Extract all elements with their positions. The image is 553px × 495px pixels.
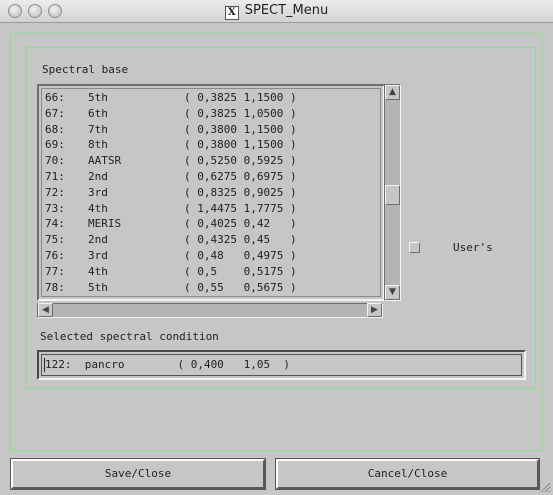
x11-app-icon: X	[224, 6, 239, 20]
selected-condition-value: 122: pancro ( 0,400 1,05 )	[45, 358, 291, 371]
list-item-idx: 67:	[45, 106, 65, 120]
list-item-idx: 72:	[45, 185, 65, 199]
list-item-name: 8th	[88, 138, 108, 152]
list-item-range: ( 0,3825 1,1500 )	[184, 91, 297, 104]
list-item-range: ( 0,4025 0,42 )	[184, 217, 297, 231]
list-item-idx: 77:	[45, 264, 65, 278]
list-item-range: ( 0,4325 0,45 )	[184, 233, 297, 247]
list-item-name: 6th	[88, 106, 108, 120]
window-title-group: X SPECT_Menu	[0, 3, 553, 20]
window-title: SPECT_Menu	[244, 3, 329, 18]
save-close-button[interactable]: Save/Close	[11, 459, 265, 489]
list-horizontal-scrollbar[interactable]: ◀ ▶	[37, 303, 383, 318]
list-item-range: ( 1,4475 1,7775 )	[184, 201, 297, 215]
list-item-name: 7th	[88, 122, 108, 136]
list-item-idx: 66:	[45, 91, 65, 104]
spectral-base-list-viewport: 66: 5th ( 0,3825 1,1500 ) 67: 6th ( 0,3825 1,…	[41, 88, 381, 297]
cancel-close-button[interactable]: Cancel/Close	[276, 459, 539, 489]
title-bar[interactable]: X SPECT_Menu	[0, 0, 553, 23]
list-item-idx: 71:	[45, 170, 65, 183]
list-item-range: ( 0,6275 0,6975 )	[184, 170, 297, 183]
list-item-range: ( 0,48 0,4975 )	[184, 249, 297, 262]
scroll-down-arrow-icon[interactable]: ▼	[385, 285, 400, 300]
selected-condition-field[interactable]: 122: pancro ( 0,400 1,05 )	[37, 350, 526, 380]
list-item-idx: 76:	[45, 249, 65, 262]
selected-condition-label: Selected spectral condition	[40, 330, 219, 343]
list-item-range: ( 0,5250 0,5925 )	[184, 154, 297, 168]
spectral-base-label: Spectral base	[42, 63, 129, 76]
list-item-name: 3rd	[88, 249, 108, 262]
selected-condition-field-inner: 122: pancro ( 0,400 1,05 )	[41, 354, 522, 376]
list-item-name: 2nd	[88, 233, 108, 247]
list-item-name: AATSR	[88, 154, 122, 168]
scroll-left-arrow-icon[interactable]: ◀	[38, 303, 53, 317]
list-item-idx: 69:	[45, 138, 65, 152]
list-item-idx: 75:	[45, 233, 65, 247]
list-item-name: 2nd	[88, 170, 108, 183]
list-item-range: ( 0,3825 1,0500 )	[184, 106, 297, 120]
list-item-name: 4th	[88, 201, 108, 215]
users-label: User's	[453, 241, 493, 254]
list-item-idx: 78:	[45, 280, 65, 294]
list-item-idx: 70:	[45, 154, 65, 168]
list-item-idx: 73:	[45, 201, 65, 215]
resize-grip-icon[interactable]	[539, 481, 551, 493]
list-vertical-scrollbar[interactable]: ▲ ▼	[384, 84, 401, 301]
list-item-name: 4th	[88, 264, 108, 278]
spectral-base-list[interactable]: 66: 5th ( 0,3825 1,1500 ) 67: 6th ( 0,3825 1,…	[37, 84, 385, 301]
list-item-idx: 74:	[45, 217, 65, 231]
list-item-name: 3rd	[88, 185, 108, 199]
list-item-name: 5th	[88, 91, 108, 104]
list-item-range: ( 0,3800 1,1500 )	[184, 138, 297, 152]
list-item-name: 5th	[88, 280, 108, 294]
users-checkbox[interactable]	[409, 242, 420, 253]
list-item-name: MERIS	[88, 217, 122, 231]
vertical-scroll-thumb[interactable]	[385, 185, 400, 205]
list-item-idx: 68:	[45, 122, 65, 136]
list-item-range: ( 0,5 0,5175 )	[184, 264, 297, 278]
list-item-range: ( 0,55 0,5675 )	[184, 280, 297, 294]
list-item-range: ( 0,3800 1,1500 )	[184, 122, 297, 136]
scroll-right-arrow-icon[interactable]: ▶	[367, 303, 382, 317]
list-item-range: ( 0,8325 0,9025 )	[184, 185, 297, 199]
scroll-up-arrow-icon[interactable]: ▲	[385, 85, 400, 100]
